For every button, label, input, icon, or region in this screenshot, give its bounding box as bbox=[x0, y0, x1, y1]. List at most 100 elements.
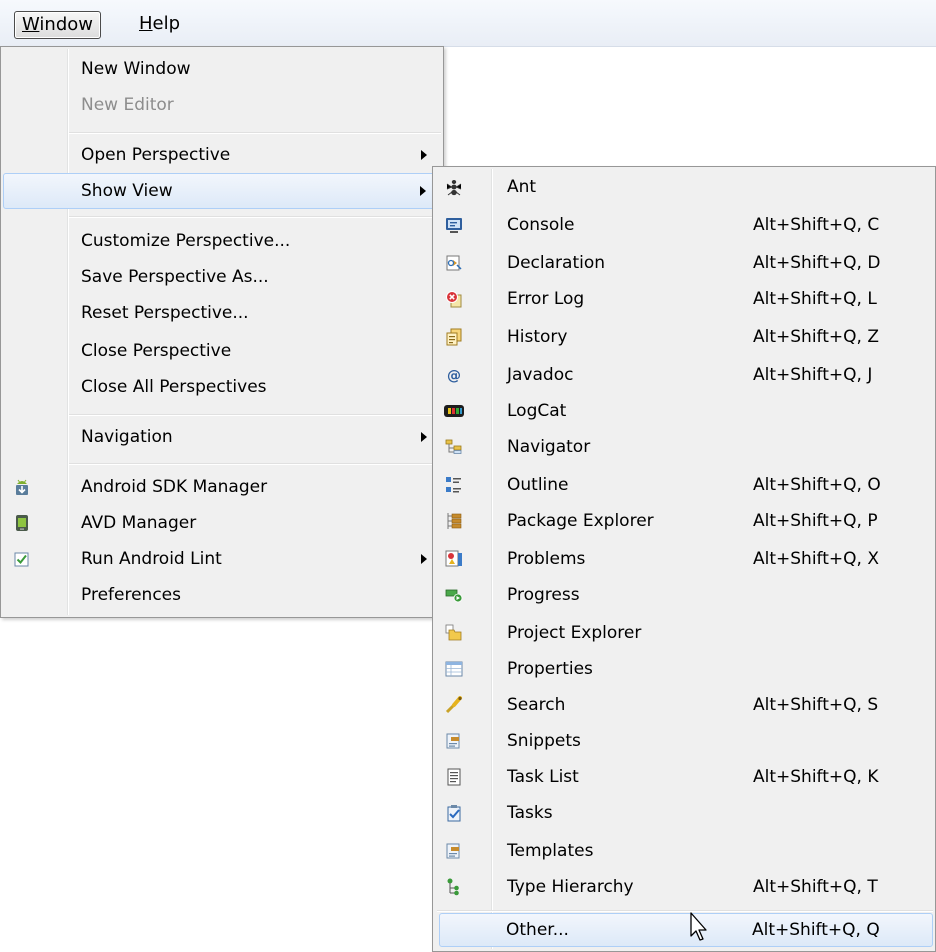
view-item-label: Outline bbox=[507, 475, 569, 495]
avd-manager-icon bbox=[13, 514, 31, 532]
menu-item-label: AVD Manager bbox=[81, 513, 197, 533]
view-item-label: History bbox=[507, 327, 568, 347]
menu-item-label: Save Perspective As... bbox=[81, 267, 269, 287]
menu-item-label: Reset Perspective... bbox=[81, 303, 249, 323]
menu-item-label: New Editor bbox=[81, 95, 174, 115]
menu-item-customize-perspective[interactable]: Customize Perspective... bbox=[3, 223, 441, 259]
menu-item-open-perspective[interactable]: Open Perspective bbox=[3, 137, 441, 173]
submenu-arrow-icon bbox=[421, 554, 427, 564]
menu-separator bbox=[437, 910, 933, 912]
view-item-label: Error Log bbox=[507, 289, 585, 309]
view-item-search[interactable]: Search Alt+Shift+Q, S bbox=[435, 687, 933, 723]
task-list-icon bbox=[445, 768, 463, 786]
view-item-type-hierarchy[interactable]: Type Hierarchy Alt+Shift+Q, T bbox=[435, 869, 933, 905]
view-item-shortcut: Alt+Shift+Q, O bbox=[753, 475, 881, 495]
view-item-label: Type Hierarchy bbox=[507, 877, 634, 897]
view-item-navigator[interactable]: Navigator bbox=[435, 429, 933, 465]
menu-window[interactable]: Window bbox=[14, 11, 101, 39]
menu-item-label: Close All Perspectives bbox=[81, 377, 267, 397]
view-item-shortcut: Alt+Shift+Q, C bbox=[753, 215, 880, 235]
menu-item-new-window[interactable]: New Window bbox=[3, 51, 441, 87]
menu-item-label: Android SDK Manager bbox=[81, 477, 268, 497]
menu-item-label: Preferences bbox=[81, 585, 181, 605]
menu-item-label: Open Perspective bbox=[81, 145, 231, 165]
project-explorer-icon bbox=[445, 624, 463, 642]
view-item-label: Templates bbox=[507, 841, 594, 861]
javadoc-icon: @ bbox=[445, 366, 463, 384]
view-item-label: Ant bbox=[507, 177, 537, 197]
view-item-console[interactable]: Console Alt+Shift+Q, C bbox=[435, 207, 933, 243]
submenu-arrow-icon bbox=[421, 432, 427, 442]
view-item-label: LogCat bbox=[507, 401, 567, 421]
view-item-shortcut: Alt+Shift+Q, Z bbox=[753, 327, 879, 347]
submenu-arrow-icon bbox=[421, 150, 427, 160]
menu-separator bbox=[69, 414, 441, 416]
view-item-ant[interactable]: Ant bbox=[435, 169, 933, 205]
menu-item-close-perspective[interactable]: Close Perspective bbox=[3, 333, 441, 369]
android-sdk-manager-icon bbox=[13, 478, 31, 496]
view-item-logcat[interactable]: LogCat bbox=[435, 393, 933, 429]
checkbox-checked-icon bbox=[13, 550, 31, 568]
view-item-history[interactable]: History Alt+Shift+Q, Z bbox=[435, 319, 933, 355]
menu-item-reset-perspective[interactable]: Reset Perspective... bbox=[3, 295, 441, 331]
type-hierarchy-icon bbox=[445, 878, 463, 896]
view-item-templates[interactable]: Templates bbox=[435, 833, 933, 869]
menu-separator bbox=[69, 463, 441, 465]
menu-item-label: Customize Perspective... bbox=[81, 231, 291, 251]
view-item-label: Declaration bbox=[507, 253, 606, 273]
search-icon bbox=[445, 696, 463, 714]
properties-icon bbox=[445, 660, 463, 678]
menu-item-show-view[interactable]: Show View bbox=[3, 173, 441, 209]
menu-item-label: Run Android Lint bbox=[81, 549, 222, 569]
menu-item-save-perspective-as[interactable]: Save Perspective As... bbox=[3, 259, 441, 295]
menu-item-new-editor: New Editor bbox=[3, 87, 441, 123]
view-item-shortcut: Alt+Shift+Q, P bbox=[753, 511, 878, 531]
view-item-progress[interactable]: Progress bbox=[435, 577, 933, 613]
declaration-icon bbox=[445, 254, 463, 272]
view-item-label: Javadoc bbox=[507, 365, 574, 385]
view-item-error-log[interactable]: Error Log Alt+Shift+Q, L bbox=[435, 281, 933, 317]
svg-text:@: @ bbox=[447, 368, 461, 384]
progress-icon bbox=[445, 586, 463, 604]
view-item-project-explorer[interactable]: Project Explorer bbox=[435, 615, 933, 651]
logcat-icon bbox=[443, 402, 465, 420]
view-item-package-explorer[interactable]: Package Explorer Alt+Shift+Q, P bbox=[435, 503, 933, 539]
view-item-label: Progress bbox=[507, 585, 580, 605]
view-item-declaration[interactable]: Declaration Alt+Shift+Q, D bbox=[435, 245, 933, 281]
view-item-task-list[interactable]: Task List Alt+Shift+Q, K bbox=[435, 759, 933, 795]
view-item-outline[interactable]: Outline Alt+Shift+Q, O bbox=[435, 467, 933, 503]
menu-item-close-all-perspectives[interactable]: Close All Perspectives bbox=[3, 369, 441, 405]
snippets-icon bbox=[445, 732, 463, 750]
problems-icon bbox=[445, 550, 463, 568]
ant-icon bbox=[445, 178, 463, 196]
view-item-shortcut: Alt+Shift+Q, Q bbox=[752, 920, 880, 940]
view-item-problems[interactable]: Problems Alt+Shift+Q, X bbox=[435, 541, 933, 577]
view-item-label: Problems bbox=[507, 549, 586, 569]
view-item-shortcut: Alt+Shift+Q, X bbox=[753, 549, 879, 569]
error-log-icon bbox=[445, 290, 463, 308]
menu-separator bbox=[69, 216, 441, 218]
menu-bar: Window Help bbox=[0, 0, 936, 47]
package-explorer-icon bbox=[445, 512, 463, 530]
menu-help[interactable]: Help bbox=[132, 11, 187, 37]
view-item-shortcut: Alt+Shift+Q, S bbox=[753, 695, 879, 715]
menu-item-avd-manager[interactable]: AVD Manager bbox=[3, 505, 441, 541]
menu-item-label: Navigation bbox=[81, 427, 173, 447]
view-item-other[interactable]: Other... Alt+Shift+Q, Q bbox=[439, 913, 933, 947]
view-item-snippets[interactable]: Snippets bbox=[435, 723, 933, 759]
menu-item-label: Close Perspective bbox=[81, 341, 232, 361]
menu-item-navigation[interactable]: Navigation bbox=[3, 419, 441, 455]
templates-icon bbox=[445, 842, 463, 860]
menu-item-run-android-lint[interactable]: Run Android Lint bbox=[3, 541, 441, 577]
history-icon bbox=[445, 328, 463, 346]
view-item-javadoc[interactable]: @ Javadoc Alt+Shift+Q, J bbox=[435, 357, 933, 393]
view-item-tasks[interactable]: Tasks bbox=[435, 795, 933, 831]
navigator-icon bbox=[445, 438, 463, 456]
menu-help-label: Help bbox=[139, 13, 181, 34]
view-item-shortcut: Alt+Shift+Q, L bbox=[753, 289, 877, 309]
menu-window-label: Window bbox=[22, 14, 93, 35]
view-item-properties[interactable]: Properties bbox=[435, 651, 933, 687]
menu-item-android-sdk-manager[interactable]: Android SDK Manager bbox=[3, 469, 441, 505]
menu-item-preferences[interactable]: Preferences bbox=[3, 577, 441, 613]
show-view-submenu: Ant Console Alt+Shift+Q, C Declaration A… bbox=[432, 166, 936, 952]
